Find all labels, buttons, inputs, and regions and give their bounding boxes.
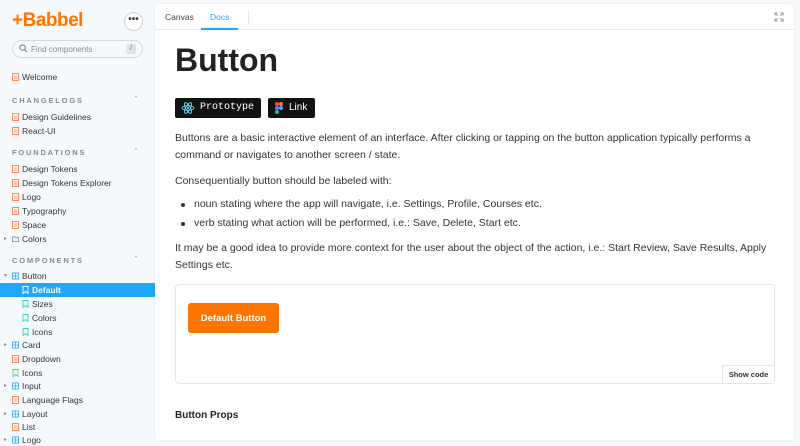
document-icon xyxy=(12,165,19,173)
document-icon xyxy=(12,73,19,81)
sidebar-item-button[interactable]: ▾ Button xyxy=(0,269,155,283)
sidebar-item-colors[interactable]: ▸ Colors xyxy=(0,232,155,246)
sidebar-item-typography[interactable]: Typography xyxy=(0,204,155,218)
sidebar-item-sizes[interactable]: Sizes xyxy=(0,297,155,311)
chevron-down-icon: ▾ xyxy=(4,273,8,279)
sidebar-item-list[interactable]: List xyxy=(0,420,155,434)
sidebar-item-button-icons[interactable]: Icons xyxy=(0,325,155,339)
component-icon xyxy=(12,382,19,390)
collapse-icon[interactable]: ⌃ xyxy=(133,147,139,155)
chevron-right-icon: ▸ xyxy=(4,236,8,242)
brand-logo[interactable]: +Babbel xyxy=(12,10,83,32)
search-shortcut: / xyxy=(126,44,136,54)
search-icon xyxy=(19,44,28,53)
collapse-icon[interactable]: ⌃ xyxy=(133,95,139,103)
document-icon xyxy=(12,207,19,215)
list-item: noun stating where the app will navigate… xyxy=(181,196,542,213)
sidebar-item-default[interactable]: Default xyxy=(0,283,155,297)
document-icon xyxy=(12,179,19,187)
default-button[interactable]: Default Button xyxy=(188,303,279,333)
tab-bar: Canvas Docs xyxy=(155,4,794,30)
sidebar-item-icons[interactable]: Icons xyxy=(0,366,155,380)
section-heading-foundations[interactable]: FOUNDATIONS xyxy=(12,148,86,157)
search-input[interactable] xyxy=(31,42,121,56)
component-icon xyxy=(12,341,19,349)
props-heading: Button Props xyxy=(175,410,239,421)
chevron-right-icon: ▸ xyxy=(4,437,8,443)
main-panel: Canvas Docs Button Prototype Link Button… xyxy=(155,4,794,440)
list-item: verb stating what action will be perform… xyxy=(181,215,521,232)
sidebar-item-welcome[interactable]: Welcome xyxy=(0,70,155,84)
component-icon xyxy=(12,436,19,444)
bookmark-icon xyxy=(22,300,29,308)
chevron-right-icon: ▸ xyxy=(4,383,8,389)
sidebar-item-design-tokens[interactable]: Design Tokens xyxy=(0,162,155,176)
sidebar-item-component-logo[interactable]: ▸ Logo xyxy=(0,433,155,446)
bookmark-icon xyxy=(12,369,19,377)
document-icon xyxy=(12,355,19,363)
chevron-right-icon: ▸ xyxy=(4,342,8,348)
collapse-icon[interactable]: ⌃ xyxy=(133,255,139,263)
section-heading-components[interactable]: COMPONENTS xyxy=(12,256,84,265)
document-icon xyxy=(12,127,19,135)
page-title: Button xyxy=(175,42,279,78)
sidebar-item-input[interactable]: ▸ Input xyxy=(0,379,155,393)
sidebar-item-dropdown[interactable]: Dropdown xyxy=(0,352,155,366)
sidebar-item-design-tokens-explorer[interactable]: Design Tokens Explorer xyxy=(0,176,155,190)
document-icon xyxy=(12,396,19,404)
tab-canvas[interactable]: Canvas xyxy=(165,4,194,30)
bookmark-icon xyxy=(22,286,29,294)
document-icon xyxy=(12,221,19,229)
figma-link-badge[interactable]: Link xyxy=(268,98,315,118)
sidebar-item-card[interactable]: ▸ Card xyxy=(0,338,155,352)
sidebar-item-react-ui[interactable]: React-UI xyxy=(0,124,155,138)
intro-paragraph: Buttons are a basic interactive element … xyxy=(175,132,751,161)
folder-icon xyxy=(12,236,19,243)
sidebar-item-design-guidelines[interactable]: Design Guidelines xyxy=(0,110,155,124)
search-box[interactable]: / xyxy=(12,40,143,58)
sidebar-item-button-colors[interactable]: Colors xyxy=(0,311,155,325)
document-icon xyxy=(12,113,19,121)
sidebar-item-logo[interactable]: Logo xyxy=(0,190,155,204)
react-icon xyxy=(181,102,195,114)
context-paragraph: It may be a good idea to provide more co… xyxy=(175,242,767,271)
chevron-right-icon: ▸ xyxy=(4,411,8,417)
bookmark-icon xyxy=(22,314,29,322)
show-code-button[interactable]: Show code xyxy=(722,365,774,383)
sidebar-item-layout[interactable]: ▸ Layout xyxy=(0,407,155,421)
prototype-badge[interactable]: Prototype xyxy=(175,98,261,118)
component-icon xyxy=(12,410,19,418)
fullscreen-icon[interactable] xyxy=(774,12,784,22)
menu-button[interactable]: ••• xyxy=(124,12,143,31)
tab-docs[interactable]: Docs xyxy=(201,4,239,30)
document-icon xyxy=(12,193,19,201)
preview-canvas: Default Button Show code xyxy=(175,284,775,384)
labeled-with-paragraph: Consequentially button should be labeled… xyxy=(175,175,392,187)
figma-icon xyxy=(275,102,283,114)
component-icon xyxy=(12,272,19,280)
sidebar-item-space[interactable]: Space xyxy=(0,218,155,232)
sidebar: +Babbel ••• / Welcome CHANGELOGS ⌃ Desig… xyxy=(0,0,155,446)
bookmark-icon xyxy=(22,328,29,336)
sidebar-item-language-flags[interactable]: Language Flags xyxy=(0,393,155,407)
tab-divider xyxy=(248,10,249,24)
section-heading-changelogs[interactable]: CHANGELOGS xyxy=(12,96,84,105)
document-icon xyxy=(12,423,19,431)
